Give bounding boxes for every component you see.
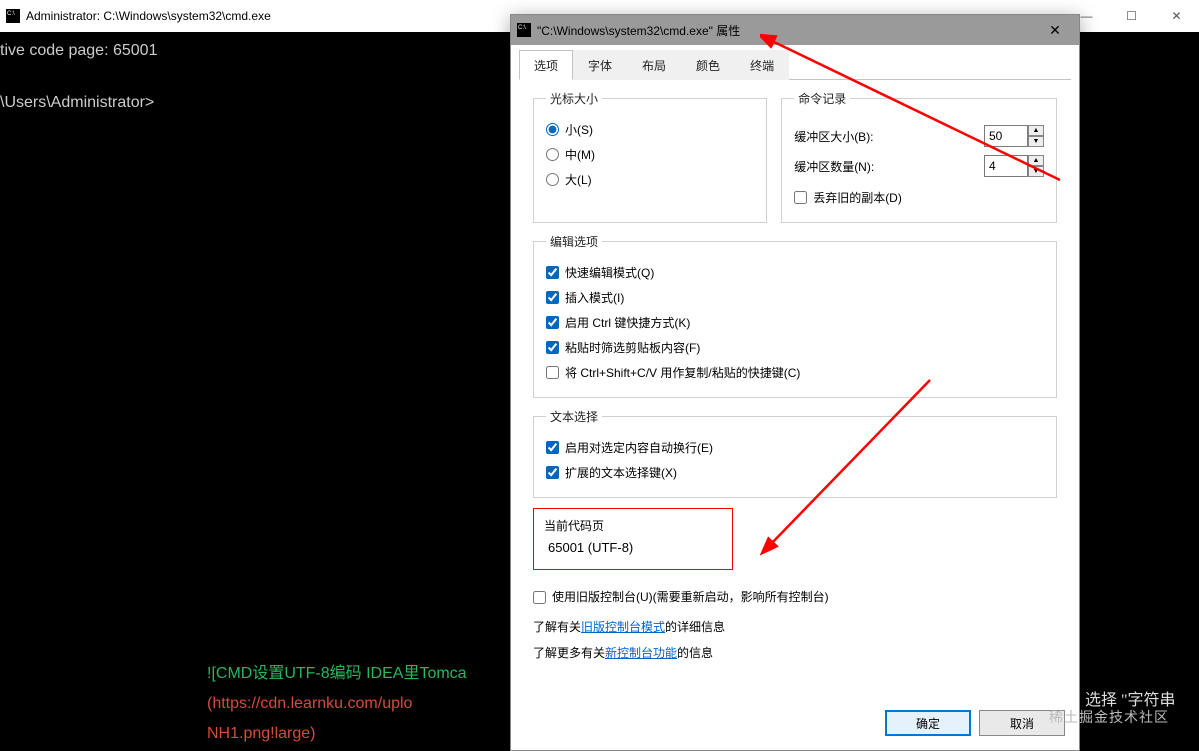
maximize-button[interactable]: ☐ (1109, 0, 1154, 32)
buffer-count-spinner[interactable]: ▲▼ (984, 155, 1044, 177)
cmd-title: Administrator: C:\Windows\system32\cmd.e… (26, 9, 271, 23)
cmd-icon (517, 23, 531, 37)
edit-options-group: 编辑选项 快速编辑模式(Q) 插入模式(I) 启用 Ctrl 键快捷方式(K) … (533, 233, 1057, 398)
spin-up-icon[interactable]: ▲ (1028, 125, 1044, 136)
legacy-console-link[interactable]: 旧版控制台模式 (581, 620, 665, 634)
tab-colors[interactable]: 颜色 (681, 50, 735, 80)
cursor-size-legend: 光标大小 (546, 90, 602, 107)
buffer-count-label: 缓冲区数量(N): (794, 158, 874, 175)
spin-up-icon[interactable]: ▲ (1028, 155, 1044, 166)
cancel-button[interactable]: 取消 (979, 710, 1065, 736)
dialog-title: "C:\Windows\system32\cmd.exe" 属性 (537, 22, 740, 39)
buffer-count-input[interactable] (984, 155, 1028, 177)
quick-edit-checkbox[interactable]: 快速编辑模式(Q) (546, 260, 1044, 285)
spin-down-icon[interactable]: ▼ (1028, 166, 1044, 177)
cursor-size-group: 光标大小 小(S) 中(M) 大(L) (533, 90, 767, 223)
cursor-small[interactable]: 小(S) (546, 117, 754, 142)
new-console-link[interactable]: 新控制台功能 (605, 646, 677, 660)
cursor-large[interactable]: 大(L) (546, 167, 754, 192)
legacy-console-checkbox[interactable]: 使用旧版控制台(U)(需要重新启动，影响所有控制台) (533, 580, 1057, 614)
spin-down-icon[interactable]: ▼ (1028, 136, 1044, 147)
current-codepage-box: 当前代码页 65001 (UTF-8) (533, 508, 733, 570)
buffer-size-label: 缓冲区大小(B): (794, 128, 873, 145)
insert-mode-checkbox[interactable]: 插入模式(I) (546, 285, 1044, 310)
wrap-selection-checkbox[interactable]: 启用对选定内容自动换行(E) (546, 435, 1044, 460)
text-selection-group: 文本选择 启用对选定内容自动换行(E) 扩展的文本选择键(X) (533, 408, 1057, 498)
buffer-size-spinner[interactable]: ▲▼ (984, 125, 1044, 147)
edit-options-legend: 编辑选项 (546, 233, 602, 250)
tab-terminal[interactable]: 终端 (735, 50, 789, 80)
tab-options[interactable]: 选项 (519, 50, 573, 80)
new-console-info-line: 了解更多有关新控制台功能的信息 (533, 640, 1057, 666)
command-history-group: 命令记录 缓冲区大小(B): ▲▼ 缓冲区数量(N): ▲▼ 丢弃旧的副本(D) (781, 90, 1057, 223)
dialog-titlebar[interactable]: "C:\Windows\system32\cmd.exe" 属性 ✕ (511, 15, 1079, 45)
text-selection-legend: 文本选择 (546, 408, 602, 425)
ctrl-shift-cv-checkbox[interactable]: 将 Ctrl+Shift+C/V 用作复制/粘贴的快捷键(C) (546, 360, 1044, 385)
ctrl-shortcuts-checkbox[interactable]: 启用 Ctrl 键快捷方式(K) (546, 310, 1044, 335)
cursor-medium[interactable]: 中(M) (546, 142, 754, 167)
codepage-legend: 当前代码页 (544, 517, 722, 534)
filter-clipboard-checkbox[interactable]: 粘贴时筛选剪贴板内容(F) (546, 335, 1044, 360)
tabs: 选项 字体 布局 颜色 终端 (519, 49, 1071, 80)
cmd-icon (6, 9, 20, 23)
properties-dialog: "C:\Windows\system32\cmd.exe" 属性 ✕ 选项 字体… (510, 14, 1080, 751)
extended-selection-checkbox[interactable]: 扩展的文本选择键(X) (546, 460, 1044, 485)
close-button[interactable]: ✕ (1154, 0, 1199, 32)
tab-layout[interactable]: 布局 (627, 50, 681, 80)
dialog-close-button[interactable]: ✕ (1033, 16, 1077, 44)
buffer-size-input[interactable] (984, 125, 1028, 147)
history-legend: 命令记录 (794, 90, 850, 107)
tab-font[interactable]: 字体 (573, 50, 627, 80)
ok-button[interactable]: 确定 (885, 710, 971, 736)
legacy-info-line: 了解有关旧版控制台模式的详细信息 (533, 614, 1057, 640)
discard-old-checkbox[interactable]: 丢弃旧的副本(D) (794, 185, 1044, 210)
codepage-value: 65001 (UTF-8) (544, 540, 722, 555)
snippet-right-text: 选择 "字符串 (1085, 686, 1176, 710)
